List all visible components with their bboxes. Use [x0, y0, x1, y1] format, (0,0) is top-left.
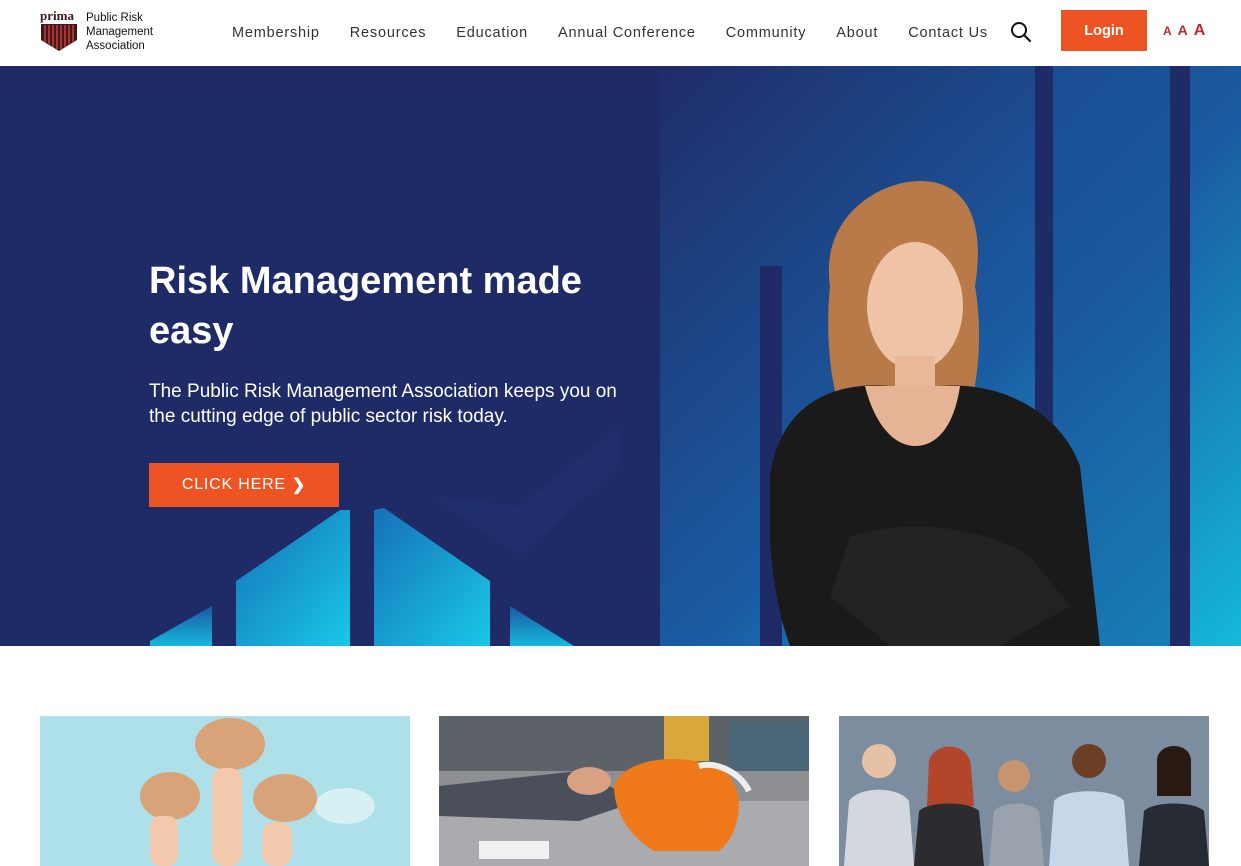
nav-item-education[interactable]: Education [456, 25, 528, 41]
logo-name: Public Risk Management Association [86, 11, 176, 53]
nav-item-about[interactable]: About [836, 25, 878, 41]
injured-worker-photo [439, 716, 809, 866]
hero-title: Risk Management made easy [149, 260, 582, 352]
nav-item-contact-us[interactable]: Contact Us [908, 25, 988, 41]
card-community-image[interactable] [40, 716, 410, 866]
speech-bubbles-photo [40, 716, 410, 866]
nav-item-community[interactable]: Community [726, 25, 807, 41]
logo-line-3: Association [86, 40, 145, 52]
site-header: prima Public Risk Management Association… [0, 0, 1241, 66]
chevron-right-icon: ❯ [291, 477, 307, 494]
main-nav: Membership Resources Education Annual Co… [232, 0, 1018, 66]
team-group-photo [839, 716, 1209, 866]
logo-word: prima [40, 8, 74, 23]
feature-cards [0, 716, 1241, 866]
search-button[interactable] [1009, 20, 1033, 44]
card-workplace-safety-image[interactable] [439, 716, 809, 866]
font-size-large[interactable]: A [1194, 22, 1206, 40]
nav-item-annual-conference[interactable]: Annual Conference [558, 25, 696, 41]
font-size-controls: A A A [1163, 22, 1205, 40]
nav-item-resources[interactable]: Resources [350, 25, 427, 41]
font-size-medium[interactable]: A [1178, 22, 1188, 38]
hero-person-photo [770, 181, 1100, 646]
hero-banner: Risk Management made easy The Public Ris… [0, 66, 1241, 646]
logo-line-1: Public Risk [86, 12, 143, 24]
nav-item-membership[interactable]: Membership [232, 25, 320, 41]
card-team-image[interactable] [839, 716, 1209, 866]
login-button[interactable]: Login [1061, 10, 1147, 51]
prima-logo[interactable]: prima Public Risk Management Association [40, 8, 170, 54]
hero-subtitle: The Public Risk Management Association k… [149, 381, 617, 427]
font-size-small[interactable]: A [1163, 24, 1172, 38]
logo-line-2: Management [86, 26, 154, 38]
search-icon [1011, 22, 1032, 43]
click-here-label: CLICK HERE [181, 476, 286, 493]
click-here-button[interactable]: CLICK HERE ❯ [149, 463, 339, 507]
